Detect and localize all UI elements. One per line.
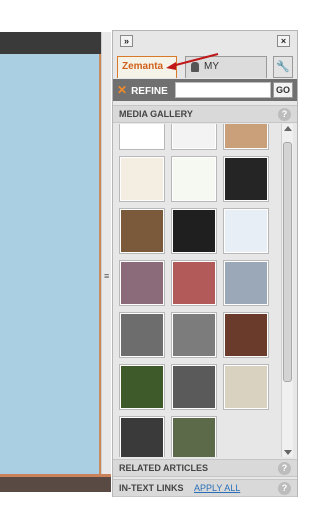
related-articles-title: RELATED ARTICLES: [119, 463, 208, 473]
gallery-thumb-interior[interactable]: [223, 312, 269, 358]
thumbnail-image: [173, 366, 215, 408]
gallery-thumb-portrait[interactable]: [119, 208, 165, 254]
gallery-scrollbar[interactable]: [281, 124, 293, 457]
gallery-thumb-green[interactable]: [119, 364, 165, 410]
media-gallery-grid: [119, 124, 279, 457]
thumbnail-image: [225, 366, 267, 408]
gallery-thumb-colorful-2[interactable]: [171, 260, 217, 306]
gallery-thumb-animal[interactable]: [171, 416, 217, 457]
gallery-thumb-street[interactable]: [171, 364, 217, 410]
thumbnail-image: [225, 158, 267, 200]
gallery-thumb-partial-1[interactable]: [119, 124, 165, 150]
editor-status-bar: [0, 474, 111, 492]
gallery-thumb-bw-dark[interactable]: [119, 416, 165, 457]
gallery-thumb-document[interactable]: [119, 156, 165, 202]
thumbnail-image: [173, 262, 215, 304]
thumbnail-image: [225, 124, 267, 148]
editor-canvas[interactable]: [0, 54, 101, 474]
refine-button[interactable]: ✕ REFINE: [117, 81, 171, 99]
gallery-thumb-bw-building[interactable]: [171, 312, 217, 358]
thumbnail-image: [173, 124, 215, 148]
gallery-thumb-colorful-1[interactable]: [119, 260, 165, 306]
in-text-links-title: IN-TEXT LINKS: [119, 483, 184, 493]
thumbnail-image: [121, 262, 163, 304]
gallery-thumb-partial-2[interactable]: [171, 124, 217, 150]
zemanta-panel: » × Zemanta MY SOURCES 🔧 ✕REFINE GO MEDI…: [112, 30, 298, 497]
wrench-icon: 🔧: [276, 61, 290, 73]
thumbnail-image: [121, 366, 163, 408]
media-gallery-title: MEDIA GALLERY: [119, 109, 193, 119]
thumbnail-image: [173, 210, 215, 252]
thumbnail-image: [173, 314, 215, 356]
gallery-thumb-partial-3[interactable]: [223, 124, 269, 150]
gallery-thumb-dark[interactable]: [223, 156, 269, 202]
thumbnail-image: [173, 158, 215, 200]
thumbnail-image: [225, 210, 267, 252]
go-button[interactable]: GO: [273, 82, 293, 98]
tab-zemanta[interactable]: Zemanta: [117, 56, 177, 78]
gallery-thumb-colorful-3[interactable]: [223, 260, 269, 306]
thumbnail-image: [121, 314, 163, 356]
gallery-thumb-robot[interactable]: [223, 208, 269, 254]
thumbnail-image: [225, 314, 267, 356]
gallery-thumb-sketch[interactable]: [171, 156, 217, 202]
thumbnail-image: [225, 262, 267, 304]
gallery-thumb-bw-face[interactable]: [119, 312, 165, 358]
settings-button[interactable]: 🔧: [273, 56, 293, 78]
gallery-thumb-lv2[interactable]: [171, 208, 217, 254]
collapse-button[interactable]: »: [120, 35, 133, 47]
thumbnail-image: [173, 418, 215, 457]
gallery-thumb-beige[interactable]: [223, 364, 269, 410]
thumbnail-image: [121, 418, 163, 457]
refine-input[interactable]: [175, 82, 271, 98]
tab-zemanta-label: Zemanta: [122, 61, 164, 72]
help-icon[interactable]: ?: [278, 462, 291, 475]
thumbnail-image: [121, 158, 163, 200]
refine-label: REFINE: [131, 86, 168, 97]
help-icon[interactable]: ?: [278, 482, 291, 495]
grip-icon: ≡: [104, 271, 110, 281]
related-articles-header[interactable]: RELATED ARTICLES ?: [113, 459, 297, 477]
close-button[interactable]: ×: [277, 35, 290, 47]
close-refine-icon: ✕: [117, 83, 128, 97]
editor-toolbar: [0, 32, 104, 54]
help-icon[interactable]: ?: [278, 108, 291, 121]
sources-icon: [191, 62, 199, 72]
media-gallery-header: MEDIA GALLERY ?: [113, 105, 297, 123]
apply-all-link[interactable]: APPLY ALL: [194, 483, 240, 493]
tab-my-sources[interactable]: MY SOURCES: [185, 56, 267, 92]
in-text-links-header[interactable]: IN-TEXT LINKS APPLY ALL ?: [113, 479, 297, 497]
thumbnail-image: [121, 210, 163, 252]
scroll-up-icon[interactable]: [284, 126, 292, 131]
panel-resize-gutter[interactable]: ≡: [101, 32, 111, 492]
refine-bar: ✕ REFINE GO: [113, 79, 297, 101]
scroll-thumb[interactable]: [283, 142, 292, 382]
scroll-down-icon[interactable]: [284, 450, 292, 455]
thumbnail-image: [121, 124, 163, 148]
